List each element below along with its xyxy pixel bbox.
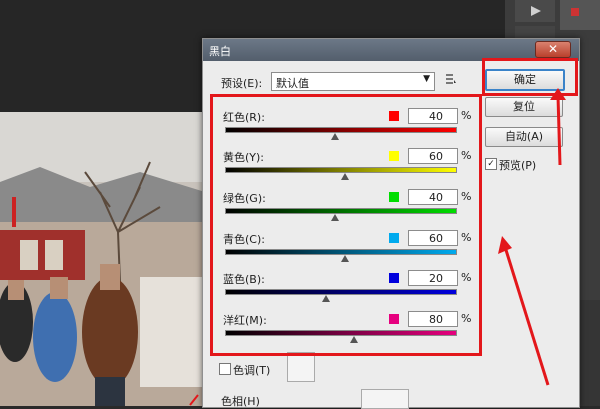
ok-highlight-box (482, 58, 578, 96)
hue-input[interactable] (361, 389, 409, 409)
check-icon: ✓ (487, 159, 495, 169)
dialog-title: 黑白 (209, 45, 231, 58)
background-photo (0, 112, 205, 406)
preview-label: 预览(P) (499, 159, 537, 172)
close-icon: ✕ (547, 42, 559, 56)
preset-value: 默认值 (276, 77, 309, 90)
hue-label: 色相(H) (221, 395, 260, 408)
tint-color-swatch[interactable] (287, 352, 315, 382)
reset-button[interactable]: 复位 (485, 97, 563, 117)
dropdown-arrow-icon: ▼ (423, 74, 430, 84)
preview-checkbox[interactable]: ✓ (485, 158, 497, 170)
close-button[interactable]: ✕ (535, 41, 571, 58)
tint-label: 色调(T) (233, 364, 271, 377)
preset-menu-icon[interactable] (445, 73, 457, 88)
sliders-highlight-box (210, 94, 482, 356)
preset-dropdown[interactable]: 默认值 ▼ (271, 72, 435, 91)
photo-illustration (0, 112, 205, 406)
tint-checkbox[interactable] (219, 363, 231, 375)
preset-label: 预设(E): (221, 77, 263, 90)
auto-button[interactable]: 自动(A) (485, 127, 563, 147)
